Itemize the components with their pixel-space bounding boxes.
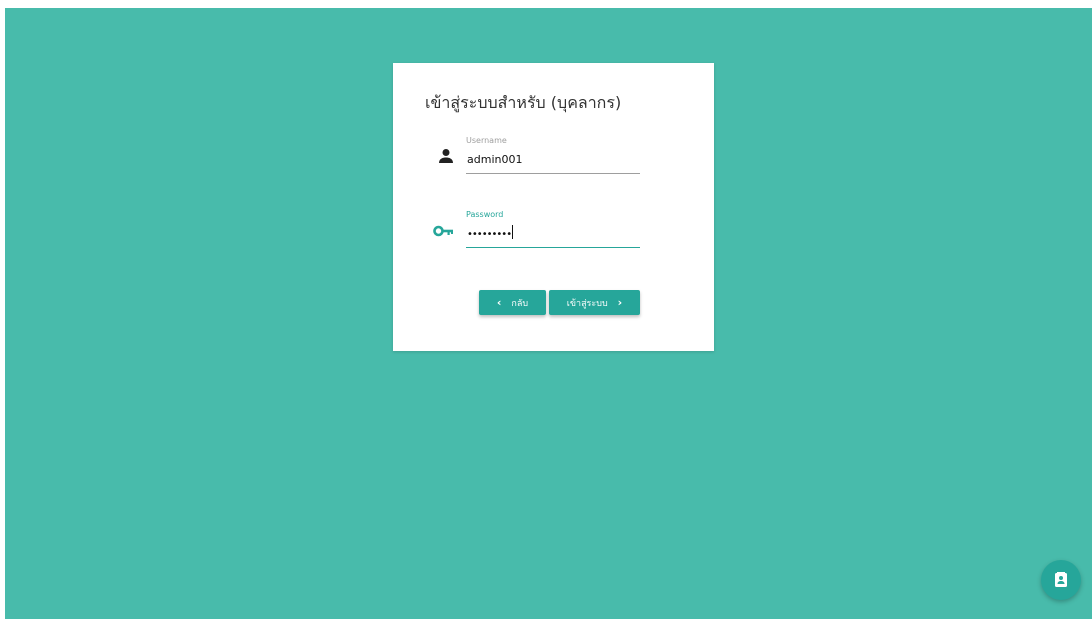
- username-input[interactable]: admin001: [466, 151, 640, 174]
- page-background: เข้าสู่ระบบสำหรับ (บุคลากร) Username adm…: [5, 8, 1092, 619]
- password-label: Password: [466, 210, 504, 219]
- password-input[interactable]: •••••••••: [466, 225, 640, 248]
- username-label: Username: [466, 136, 507, 145]
- text-caret: [512, 225, 514, 239]
- password-field: Password •••••••••: [466, 209, 640, 248]
- back-button-label: กลับ: [511, 298, 529, 309]
- chevron-right-icon: ›: [617, 296, 623, 309]
- contact-fab-button[interactable]: [1041, 560, 1081, 600]
- login-button-label: เข้าสู่ระบบ: [566, 298, 608, 309]
- chevron-left-icon: ‹: [496, 296, 502, 309]
- key-icon: [433, 225, 453, 237]
- person-icon: [439, 149, 453, 163]
- back-button[interactable]: ‹ กลับ: [479, 290, 546, 315]
- login-title: เข้าสู่ระบบสำหรับ (บุคลากร): [425, 93, 622, 112]
- contact-card-icon: [1055, 572, 1067, 587]
- password-mask: •••••••••: [467, 229, 512, 240]
- login-card: เข้าสู่ระบบสำหรับ (บุคลากร) Username adm…: [393, 63, 714, 351]
- login-button[interactable]: เข้าสู่ระบบ ›: [549, 290, 640, 315]
- username-field: Username admin001: [466, 135, 640, 174]
